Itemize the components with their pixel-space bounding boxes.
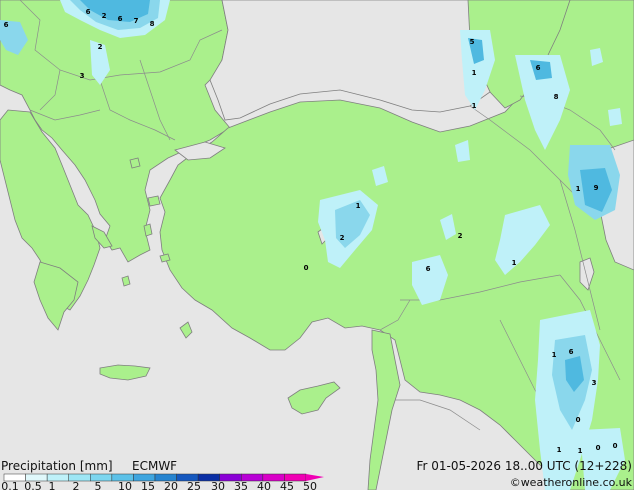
- precip-label: 2: [98, 43, 103, 51]
- legend-title: Precipitation [mm]: [1, 459, 113, 473]
- precip-label: 7: [134, 17, 139, 25]
- precip-label: 1: [552, 351, 557, 359]
- precipitation-map: 6 2 6 7 8623516811912 20 611 6301 1 0 0 Precipitat…: [0, 0, 634, 490]
- forecast-datetime: Fr 01-05-2026 18..00 UTC (12+228): [416, 459, 632, 473]
- legend-tick-label: 45: [280, 480, 294, 490]
- precip-label: 6: [86, 8, 91, 16]
- legend-tick-label: 35: [234, 480, 248, 490]
- precip-label: 0: [613, 442, 618, 450]
- legend-tick-label: 5: [95, 480, 102, 490]
- precip-label: 1: [472, 69, 477, 77]
- precip-label: 2: [102, 12, 107, 20]
- precip-label: 1: [576, 185, 581, 193]
- legend-tick-label: 50: [303, 480, 317, 490]
- legend-tick-label: 20: [164, 480, 178, 490]
- legend-tick-label: 2: [73, 480, 80, 490]
- legend-tick-label: 0.5: [24, 480, 42, 490]
- legend-tick-label: 10: [118, 480, 132, 490]
- legend-tick-label: 1: [49, 480, 56, 490]
- precip-label: 0: [596, 444, 601, 452]
- legend-tick-label: 25: [187, 480, 201, 490]
- precip-area-small-5: [608, 108, 622, 126]
- precip-label: 6: [569, 348, 574, 356]
- precip-label: 5: [470, 38, 475, 46]
- precip-label: 1: [578, 447, 583, 455]
- precip-label: 1: [512, 259, 517, 267]
- precip-label: 6: [118, 15, 123, 23]
- precip-label: 2: [458, 232, 463, 240]
- precip-label: 0: [576, 416, 581, 424]
- precip-label: 6: [426, 265, 431, 273]
- precip-label: 1: [356, 202, 361, 210]
- legend-tick-label: 0.1: [1, 480, 19, 490]
- precip-label: 3: [592, 379, 597, 387]
- precip-label: 9: [594, 184, 599, 192]
- credit-text: ©weatheronline.co.uk: [510, 476, 633, 489]
- lesbos-island: [147, 195, 161, 207]
- legend-tick-label: 30: [211, 480, 225, 490]
- precip-label: 0: [304, 264, 309, 272]
- precip-label: 3: [80, 72, 85, 80]
- precip-label: 1: [472, 102, 477, 110]
- lemnos-island: [129, 157, 141, 169]
- precip-label: 8: [554, 93, 559, 101]
- legend-tick-label: 15: [141, 480, 155, 490]
- precip-label: 6: [4, 21, 9, 29]
- legend-model: ECMWF: [132, 459, 177, 473]
- legend-tick-label: 40: [257, 480, 271, 490]
- precip-label: 8: [150, 20, 155, 28]
- precip-label: 6: [536, 64, 541, 72]
- precip-label: 1: [557, 446, 562, 454]
- precip-label: 2: [340, 234, 345, 242]
